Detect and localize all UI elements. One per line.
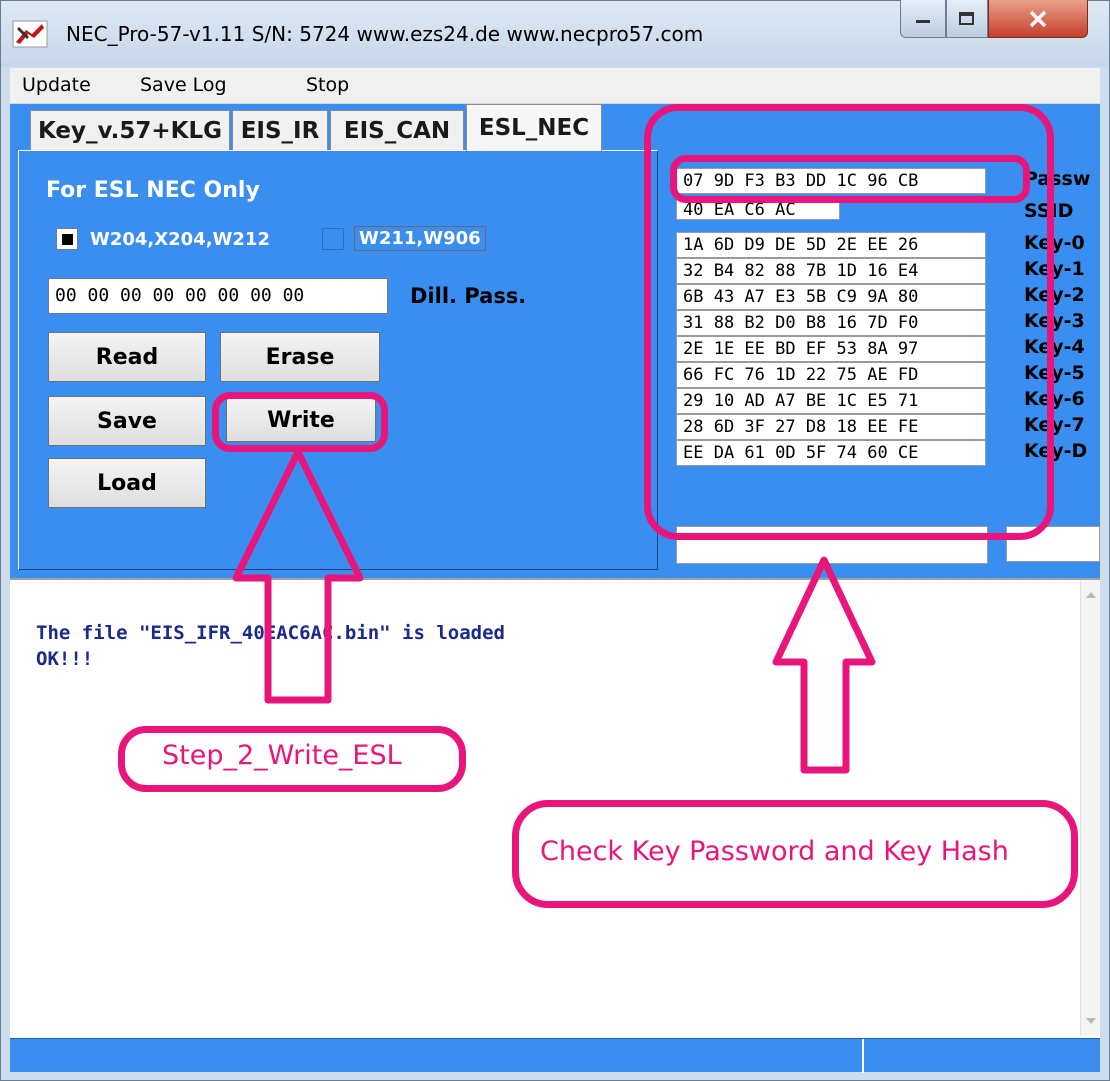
step2-callout-text: Step_2_Write_ESL — [162, 740, 402, 771]
up-arrow-write — [232, 448, 364, 704]
annotation-arrows — [232, 448, 876, 774]
tab-esl-nec[interactable]: ESL_NEC — [466, 104, 602, 151]
up-arrow-hash — [772, 556, 876, 774]
check-callout-text: Check Key Password and Key Hash — [540, 836, 1009, 867]
